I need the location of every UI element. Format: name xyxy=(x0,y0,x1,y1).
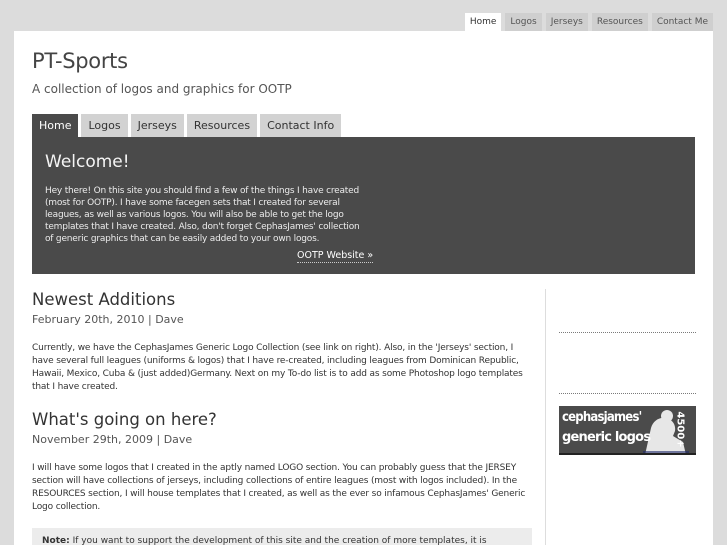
post-newest-additions: Newest Additions February 20th, 2010 | D… xyxy=(32,290,532,394)
sidebar-divider xyxy=(559,393,696,394)
welcome-text: Hey there! On this site you should find … xyxy=(45,186,360,244)
main-nav-contact-info[interactable]: Contact Info xyxy=(260,114,342,137)
support-note: Note: If you want to support the develop… xyxy=(32,528,532,545)
post-body: I will have some logos that I created in… xyxy=(32,463,526,512)
main-nav-resources[interactable]: Resources xyxy=(186,114,258,137)
top-nav-contact-me[interactable]: Contact Me xyxy=(651,13,713,32)
banner-line-2: generic logos xyxy=(562,430,651,445)
post-title[interactable]: What's going on here? xyxy=(32,410,532,429)
main-nav-jerseys[interactable]: Jerseys xyxy=(130,114,184,137)
top-nav-home[interactable]: Home xyxy=(464,13,502,32)
main-nav-home[interactable]: Home xyxy=(32,114,79,137)
top-nav-resources[interactable]: Resources xyxy=(591,13,648,32)
top-nav-jerseys[interactable]: Jerseys xyxy=(545,13,588,32)
main-nav-logos[interactable]: Logos xyxy=(81,114,128,137)
top-nav-logos[interactable]: Logos xyxy=(505,13,542,32)
post-date: February 20th, 2010 | Dave xyxy=(32,313,184,326)
post-date: November 29th, 2009 | Dave xyxy=(32,433,193,446)
ootp-website-link[interactable]: OOTP Website » xyxy=(297,250,374,263)
banner-line-1: cephasjames' xyxy=(562,410,642,425)
sidebar-divider xyxy=(559,332,696,333)
top-nav: Home Logos Jerseys Resources Contact Me xyxy=(464,13,713,32)
welcome-heading: Welcome! xyxy=(45,152,130,172)
page-container: PT-Sports A collection of logos and grap… xyxy=(14,31,713,545)
main-nav: Home Logos Jerseys Resources Contact Inf… xyxy=(32,114,342,137)
cephasjames-generic-logos-banner[interactable]: cephasjames' generic logos 4500+ xyxy=(559,406,696,455)
post-body: Currently, we have the CephasJames Gener… xyxy=(32,343,523,392)
banner-count: 4500+ xyxy=(674,411,686,448)
note-text: If you want to support the development o… xyxy=(72,536,487,545)
welcome-panel: Welcome! Hey there! On this site you sho… xyxy=(32,137,695,274)
column-divider xyxy=(545,289,546,545)
post-whats-going-on: What's going on here? November 29th, 200… xyxy=(32,410,532,514)
site-tagline: A collection of logos and graphics for O… xyxy=(32,82,292,96)
post-title[interactable]: Newest Additions xyxy=(32,290,532,309)
note-label: Note: xyxy=(42,536,70,545)
site-title[interactable]: PT-Sports xyxy=(32,49,128,73)
